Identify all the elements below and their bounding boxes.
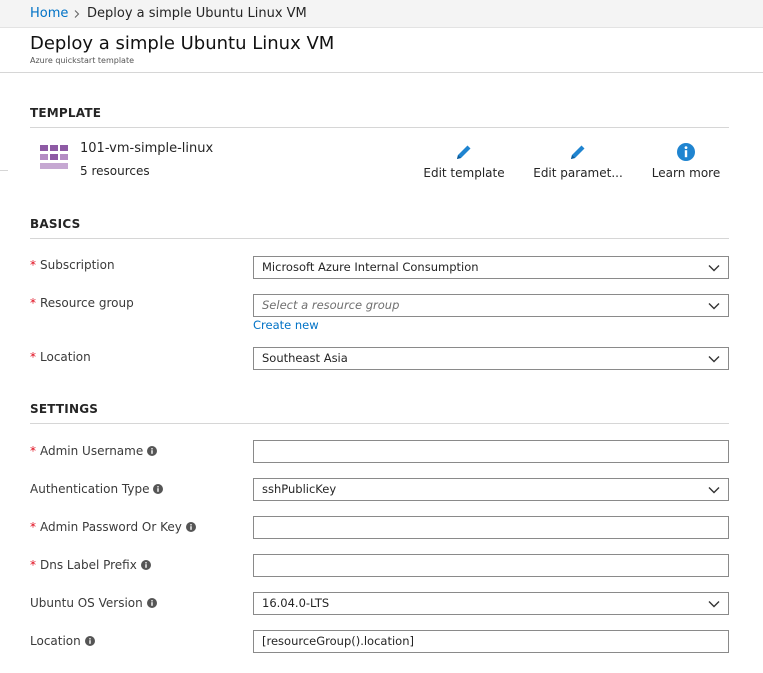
breadcrumb-current: Deploy a simple Ubuntu Linux VM — [87, 6, 307, 21]
blade-header: Deploy a simple Ubuntu Linux VM Azure qu… — [0, 28, 763, 73]
section-heading-settings: SETTINGS — [30, 402, 99, 416]
authentication-type-dropdown[interactable]: sshPublicKey — [253, 478, 729, 501]
info-icon[interactable] — [140, 560, 151, 570]
dns-label-prefix-label: * Dns Label Prefix — [30, 558, 151, 572]
page-title: Deploy a simple Ubuntu Linux VM — [30, 33, 335, 54]
admin-password-label: * Admin Password Or Key — [30, 520, 196, 534]
edit-template-button[interactable]: Edit template — [418, 142, 510, 184]
divider — [30, 238, 729, 239]
template-icon — [40, 145, 68, 169]
info-icon[interactable] — [146, 598, 157, 608]
chevron-down-icon — [708, 487, 720, 494]
create-new-link[interactable]: Create new — [253, 318, 319, 332]
divider — [30, 423, 729, 424]
required-marker: * — [30, 350, 36, 364]
pencil-icon — [457, 145, 471, 159]
info-icon[interactable] — [153, 484, 164, 494]
required-marker: * — [30, 520, 36, 534]
info-icon[interactable] — [147, 446, 158, 456]
info-icon[interactable] — [84, 636, 95, 646]
breadcrumb: Home Deploy a simple Ubuntu Linux VM — [0, 0, 763, 28]
required-marker: * — [30, 444, 36, 458]
required-marker: * — [30, 558, 36, 572]
admin-username-label: * Admin Username — [30, 444, 158, 458]
chevron-right-icon — [74, 10, 80, 18]
template-name: 101-vm-simple-linux — [80, 141, 214, 156]
dns-label-prefix-input[interactable] — [253, 554, 729, 577]
page-subtitle: Azure quickstart template — [30, 56, 135, 65]
ubuntu-os-version-label: Ubuntu OS Version — [30, 596, 157, 610]
settings-location-label: Location — [30, 634, 95, 648]
resource-group-dropdown[interactable]: Select a resource group — [253, 294, 729, 317]
subscription-dropdown[interactable]: Microsoft Azure Internal Consumption — [253, 256, 729, 279]
ubuntu-os-version-dropdown[interactable]: 16.04.0-LTS — [253, 592, 729, 615]
authentication-type-label: Authentication Type — [30, 482, 164, 496]
chevron-down-icon — [708, 265, 720, 272]
location-dropdown[interactable]: Southeast Asia — [253, 347, 729, 370]
required-marker: * — [30, 258, 36, 272]
required-marker: * — [30, 296, 36, 310]
admin-password-input[interactable] — [253, 516, 729, 539]
template-resource-count: 5 resources — [80, 164, 150, 178]
section-heading-template: TEMPLATE — [30, 106, 102, 120]
section-heading-basics: BASICS — [30, 217, 81, 231]
location-label: * Location — [30, 350, 91, 364]
breadcrumb-home-link[interactable]: Home — [30, 6, 68, 21]
resource-group-label: * Resource group — [30, 296, 134, 310]
chevron-down-icon — [708, 303, 720, 310]
edit-parameters-button[interactable]: Edit paramet... — [532, 142, 624, 184]
admin-username-input[interactable] — [253, 440, 729, 463]
settings-location-input[interactable]: [resourceGroup().location] — [253, 630, 729, 653]
divider — [30, 127, 729, 128]
subscription-label: * Subscription — [30, 258, 115, 272]
learn-more-button[interactable]: Learn more — [646, 142, 726, 184]
chevron-down-icon — [708, 601, 720, 608]
info-icon[interactable] — [185, 522, 196, 532]
divider — [0, 170, 8, 171]
pencil-icon — [571, 145, 585, 159]
info-icon — [677, 143, 695, 161]
chevron-down-icon — [708, 356, 720, 363]
